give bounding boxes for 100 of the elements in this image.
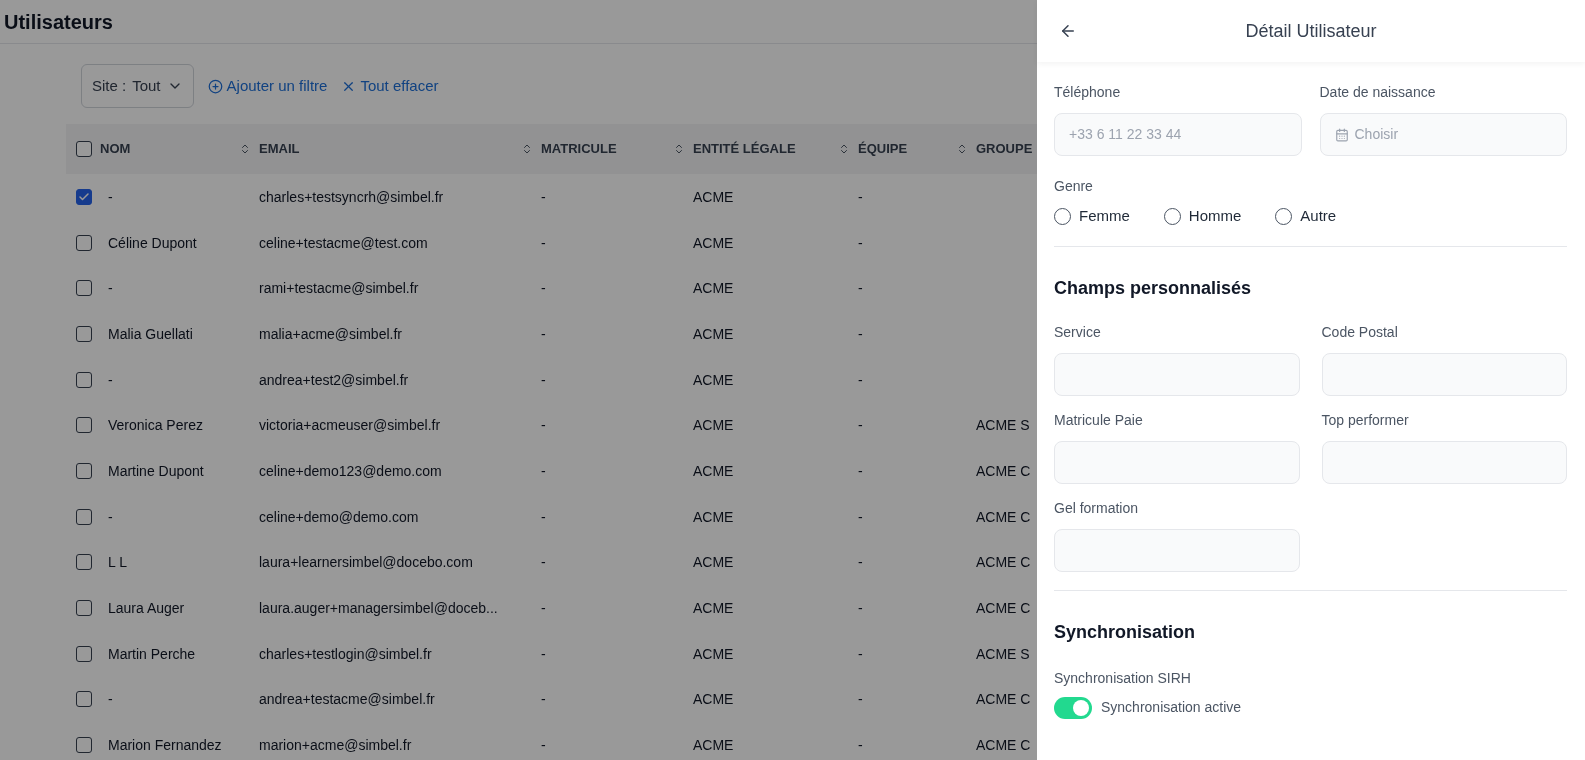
checkbox[interactable]	[76, 554, 92, 571]
table-cell: charles+testlogin@simbel.fr	[259, 645, 432, 662]
table-cell: -	[858, 325, 863, 342]
add-filter-link[interactable]: Ajouter un filtre	[207, 74, 328, 98]
field-label: Téléphone	[1054, 83, 1122, 102]
field-label: Genre	[1054, 177, 1094, 196]
table-cell: -	[858, 600, 863, 617]
radio-option[interactable]: Autre	[1275, 205, 1337, 228]
table-cell: -	[541, 280, 546, 297]
input-field[interactable]	[1054, 352, 1300, 396]
plus-circle-icon	[207, 78, 223, 94]
table-cell: rami+testacme@simbel.fr	[259, 280, 419, 297]
table-cell: Veronica Perez	[108, 417, 203, 434]
table-cell: -	[858, 280, 863, 297]
table-cell: -	[541, 691, 546, 708]
field-label: Code Postal	[1321, 322, 1399, 342]
checkbox[interactable]	[76, 280, 92, 297]
check-icon	[78, 190, 90, 203]
column-header: GROUPE	[976, 140, 1033, 159]
toggle-switch[interactable]	[1054, 696, 1092, 719]
sort-icon[interactable]	[239, 143, 251, 155]
sort-icon[interactable]	[521, 143, 533, 155]
table-cell: -	[108, 691, 113, 708]
table-cell: -	[541, 645, 546, 662]
field-label: Top performer	[1321, 410, 1410, 430]
table-cell: ACME	[693, 462, 734, 479]
table-cell: -	[541, 600, 546, 617]
column-header: ÉQUIPE	[858, 140, 908, 159]
checkbox[interactable]	[76, 600, 92, 617]
table-cell: -	[858, 737, 863, 754]
site-filter[interactable]: Site : Tout	[81, 64, 194, 108]
checkbox[interactable]	[76, 691, 92, 708]
checkbox[interactable]	[76, 141, 92, 157]
sort-icon[interactable]	[673, 143, 685, 155]
table-cell: -	[541, 462, 546, 479]
table-cell: ACME	[693, 737, 734, 754]
table-cell: celine+testacme@test.com	[259, 234, 428, 251]
checkbox[interactable]	[76, 737, 92, 754]
toggle-label: Synchronisation active	[1101, 698, 1242, 717]
field-label: Service	[1054, 322, 1102, 342]
checkbox[interactable]	[76, 188, 92, 205]
table-cell: Marion Fernandez	[108, 737, 222, 754]
table-cell: marion+acme@simbel.fr	[259, 737, 412, 754]
table-cell: -	[858, 417, 863, 434]
table-cell: Martin Perche	[108, 645, 196, 662]
table-cell: celine+demo123@demo.com	[259, 462, 442, 479]
section-title: Champs personnalisés	[1054, 276, 1253, 300]
input-field[interactable]	[1054, 440, 1300, 484]
table-cell: -	[858, 645, 863, 662]
table-cell: malia+acme@simbel.fr	[259, 325, 402, 342]
drawer-title: Détail Utilisateur	[1245, 19, 1377, 43]
table-cell: andrea+test2@simbel.fr	[259, 371, 409, 388]
field-label: Gel formation	[1054, 498, 1140, 518]
column-header: NOM	[100, 140, 131, 159]
table-cell: -	[541, 188, 546, 205]
table-cell: ACME S	[976, 645, 1030, 662]
field-label: Matricule Paie	[1054, 410, 1144, 430]
table-cell: -	[858, 188, 863, 205]
clear-all-link[interactable]: Tout effacer	[341, 74, 439, 98]
column-header: ENTITÉ LÉGALE	[693, 140, 796, 159]
table-cell: -	[541, 234, 546, 251]
table-cell: victoria+acmeuser@simbel.fr	[259, 417, 441, 434]
input-field[interactable]	[1321, 352, 1567, 396]
table-cell: laura.auger+managersimbel@doceb...	[259, 600, 498, 617]
table-cell: ACME	[693, 188, 734, 205]
table-cell: celine+demo@demo.com	[259, 508, 419, 525]
checkbox[interactable]	[76, 234, 92, 251]
field-label: Date de naissance	[1319, 83, 1437, 102]
table-cell: ACME	[693, 280, 734, 297]
field-label: Synchronisation SIRH	[1054, 668, 1192, 688]
table-cell: -	[108, 188, 113, 205]
table-cell: ACME	[693, 417, 734, 434]
input-field[interactable]	[1054, 528, 1300, 572]
checkbox[interactable]	[76, 325, 92, 342]
column-header: EMAIL	[259, 140, 300, 159]
table-cell: -	[858, 234, 863, 251]
radio-option[interactable]: Femme	[1054, 205, 1130, 228]
checkbox[interactable]	[76, 645, 92, 662]
sort-icon[interactable]	[956, 143, 968, 155]
sort-icon[interactable]	[838, 143, 850, 155]
table-cell: -	[541, 417, 546, 434]
table-cell: Céline Dupont	[108, 234, 197, 251]
checkbox[interactable]	[76, 417, 92, 434]
table-cell: -	[541, 325, 546, 342]
table-cell: -	[541, 554, 546, 571]
checkbox[interactable]	[76, 462, 92, 479]
table-cell: -	[858, 554, 863, 571]
checkbox[interactable]	[76, 371, 92, 388]
radio-option[interactable]: Homme	[1163, 205, 1242, 228]
checkbox[interactable]	[76, 508, 92, 525]
input-field[interactable]	[1321, 440, 1567, 484]
table-cell: -	[541, 371, 546, 388]
table-cell: andrea+testacme@simbel.fr	[259, 691, 435, 708]
table-cell: -	[858, 508, 863, 525]
table-cell: ACME	[693, 371, 734, 388]
calendar-icon	[1334, 127, 1349, 142]
table-cell: ACME	[693, 645, 734, 662]
table-cell: -	[541, 508, 546, 525]
table-cell: ACME C	[976, 554, 1031, 571]
table-cell: -	[108, 508, 113, 525]
